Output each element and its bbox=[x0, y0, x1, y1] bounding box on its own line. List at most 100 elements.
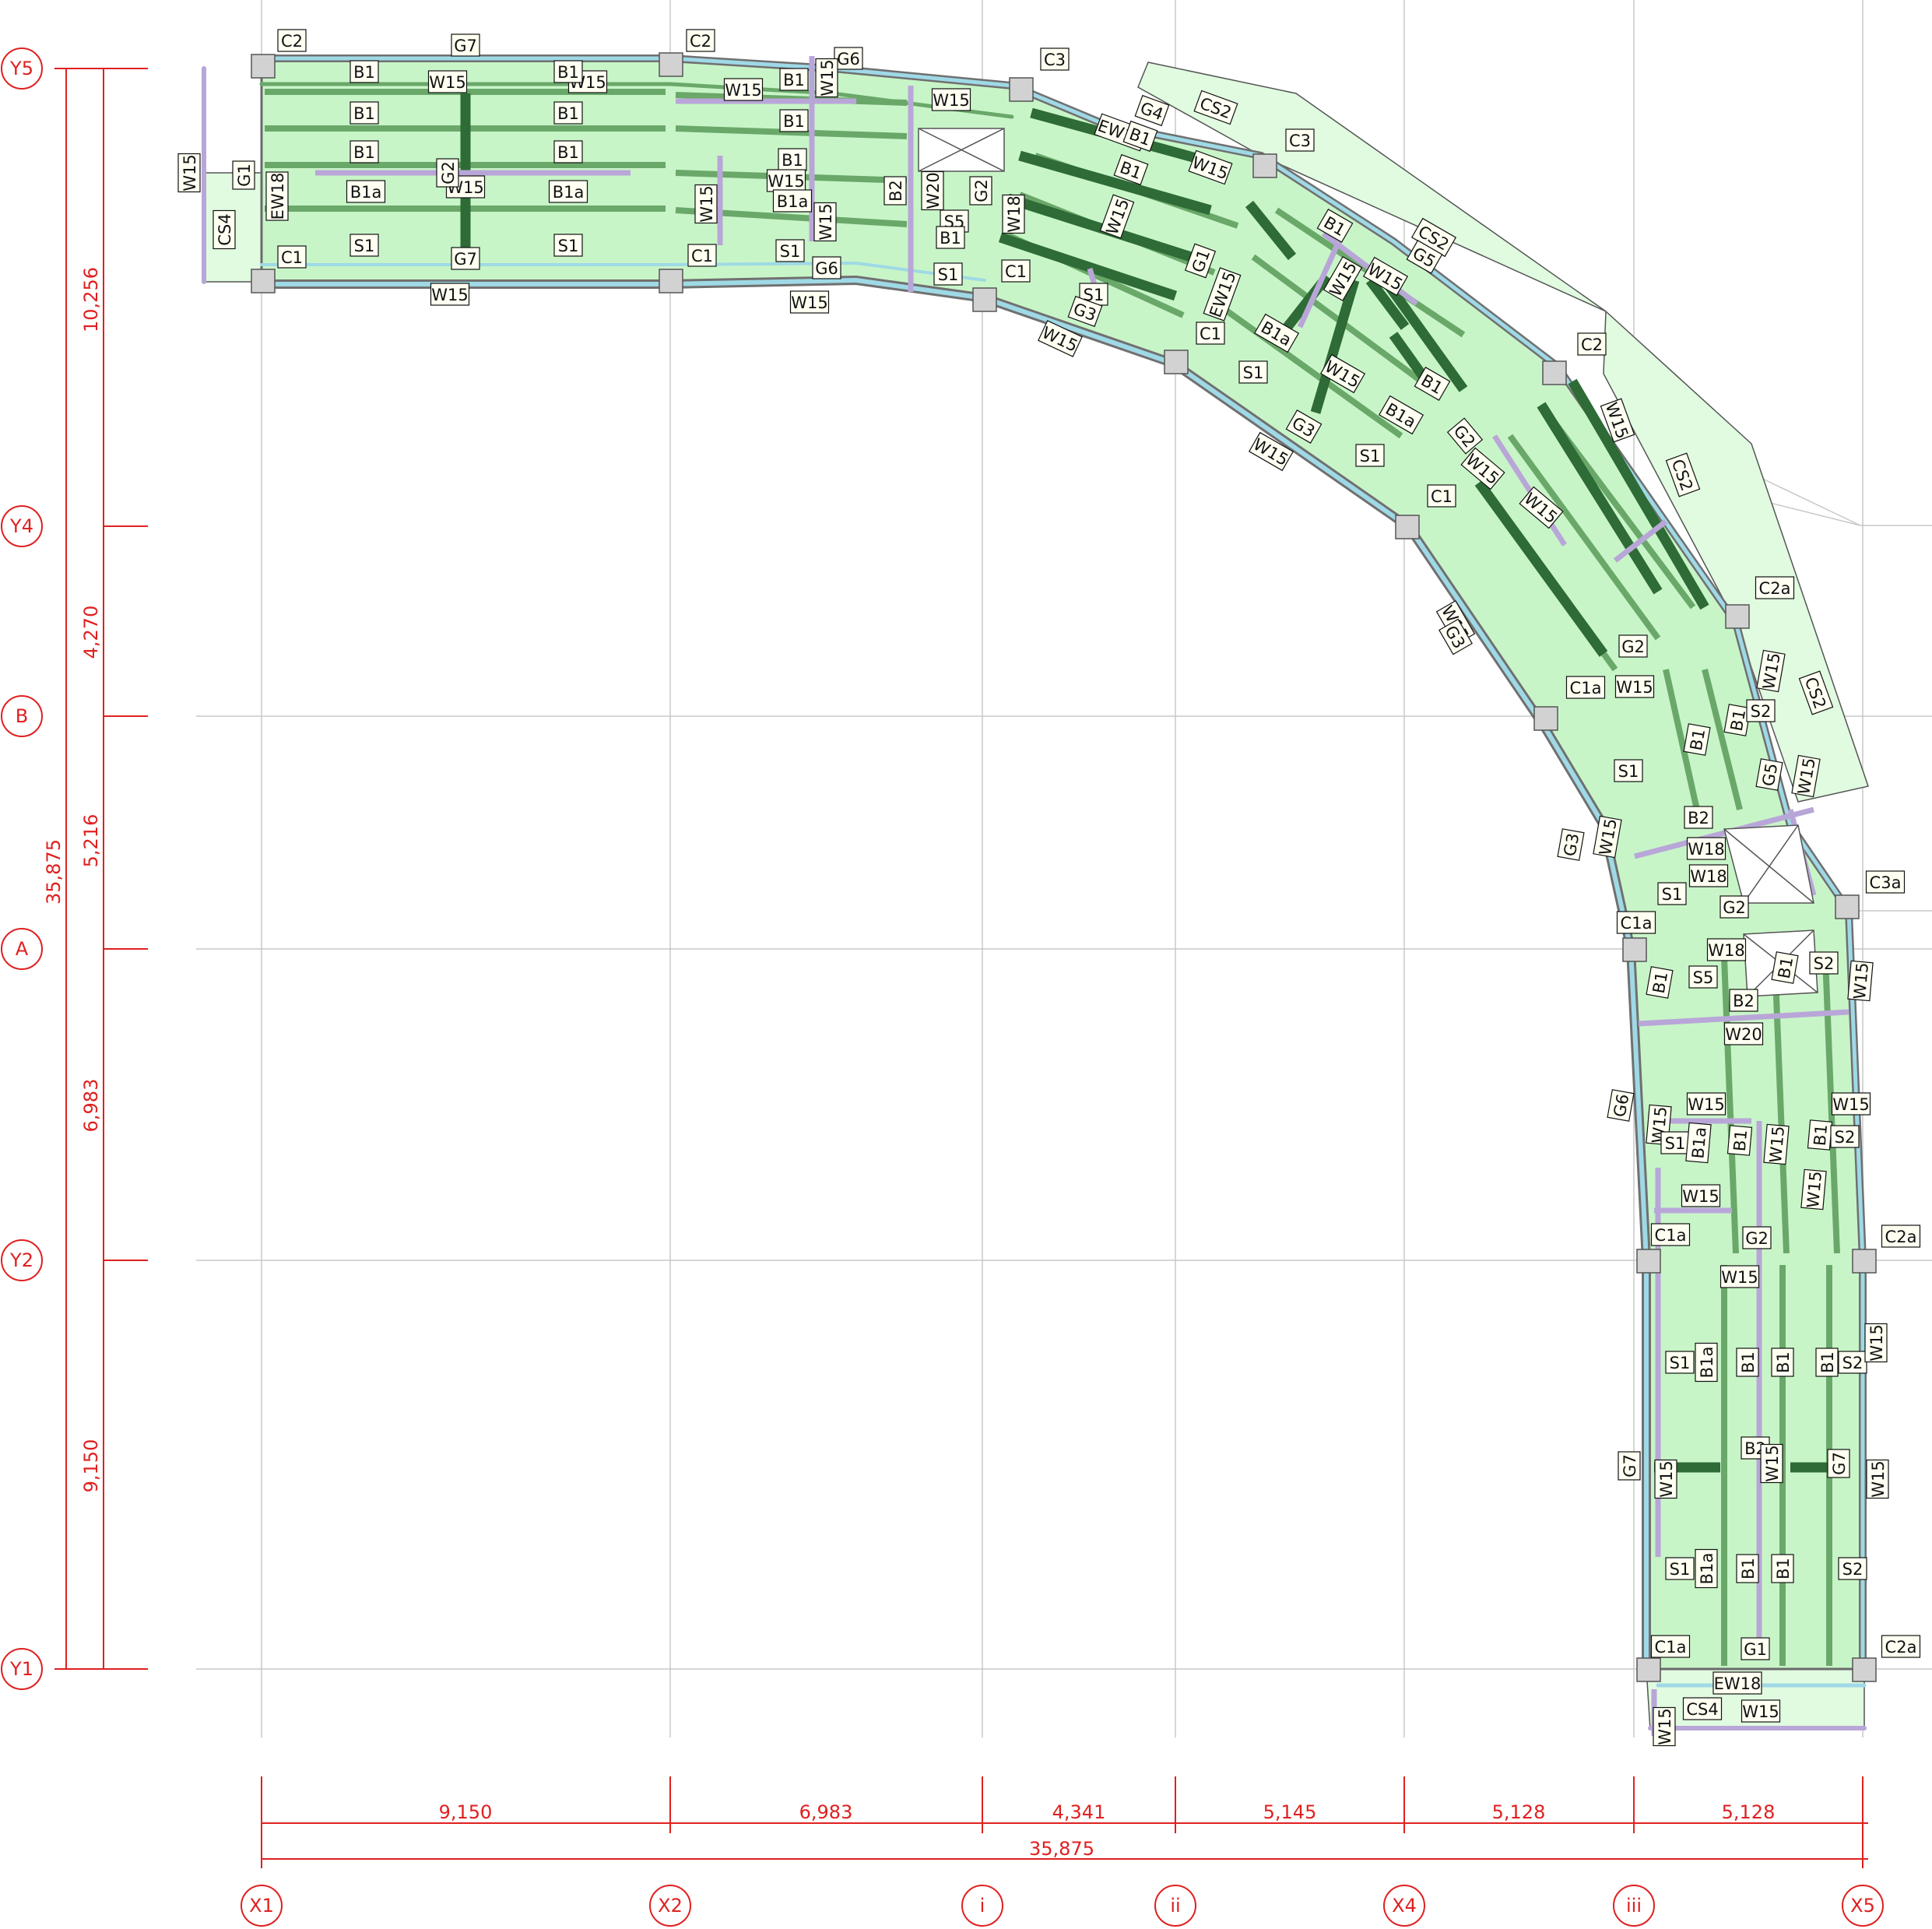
svg-text:Y4: Y4 bbox=[9, 515, 33, 537]
svg-text:Y5: Y5 bbox=[9, 58, 33, 79]
svg-text:C1a: C1a bbox=[1570, 679, 1602, 697]
member-label-s1: S1 bbox=[1657, 882, 1687, 905]
member-label-s5: S5 bbox=[1688, 965, 1718, 989]
member-label-w15: W15 bbox=[427, 70, 468, 93]
member-label-s1: S1 bbox=[933, 262, 963, 286]
member-label-b1: B1 bbox=[779, 68, 809, 91]
member-label-b1: B1 bbox=[1646, 966, 1674, 999]
svg-text:X5: X5 bbox=[1850, 1895, 1875, 1917]
grid-bubble-y4: Y4 bbox=[1, 505, 43, 547]
member-label-b1: B1 bbox=[350, 60, 379, 83]
member-label-c2: C2 bbox=[686, 29, 715, 52]
member-label-b1: B1 bbox=[1771, 1347, 1794, 1377]
svg-text:G1: G1 bbox=[235, 163, 254, 187]
member-label-c3a: C3a bbox=[1865, 870, 1906, 894]
member-label-b1: B1 bbox=[1815, 1347, 1839, 1377]
svg-text:G1: G1 bbox=[1744, 1640, 1767, 1659]
grid-bubble-y5: Y5 bbox=[1, 47, 43, 90]
member-label-c1: C1 bbox=[687, 244, 717, 267]
svg-text:W20: W20 bbox=[924, 172, 943, 209]
svg-text:S2: S2 bbox=[1751, 702, 1772, 721]
member-label-w20: W20 bbox=[921, 170, 944, 211]
member-label-s2: S2 bbox=[1746, 699, 1776, 722]
main-slab bbox=[260, 57, 1864, 1671]
member-label-w15: W15 bbox=[789, 290, 830, 314]
svg-text:S2: S2 bbox=[1835, 1128, 1856, 1147]
svg-text:G7: G7 bbox=[1830, 1452, 1849, 1475]
member-label-w15: W15 bbox=[694, 184, 718, 224]
dim-y-span-2: 4,270 bbox=[80, 606, 102, 659]
grid-bubble-x2: X2 bbox=[649, 1885, 691, 1927]
svg-text:EW18: EW18 bbox=[1714, 1674, 1762, 1693]
svg-text:G6: G6 bbox=[815, 259, 838, 278]
svg-text:W15: W15 bbox=[1869, 1460, 1888, 1498]
svg-text:A: A bbox=[16, 938, 29, 960]
member-label-g6: G6 bbox=[834, 47, 863, 70]
member-label-w15: W15 bbox=[1831, 1092, 1871, 1116]
member-label-s2: S2 bbox=[1838, 1351, 1867, 1374]
member-label-b1: B1 bbox=[779, 109, 809, 132]
svg-text:C3a: C3a bbox=[1870, 873, 1902, 892]
dim-x-span-3: 4,341 bbox=[1052, 1801, 1106, 1823]
grid-bubble-b: B bbox=[1, 695, 43, 737]
member-label-g7: G7 bbox=[451, 247, 480, 270]
svg-text:B1a: B1a bbox=[350, 183, 382, 202]
member-label-g1: G1 bbox=[232, 160, 255, 190]
member-label-g7: G7 bbox=[1618, 1451, 1641, 1481]
svg-text:B1a: B1a bbox=[1688, 1126, 1709, 1160]
svg-text:W15: W15 bbox=[431, 286, 469, 304]
svg-text:W15: W15 bbox=[1763, 1445, 1782, 1482]
grid-bubble-a: A bbox=[1, 928, 43, 970]
svg-text:W15: W15 bbox=[1766, 1125, 1788, 1163]
svg-text:W15: W15 bbox=[1616, 678, 1653, 697]
member-label-w15: W15 bbox=[723, 78, 764, 101]
dim-x-span-4: 5,145 bbox=[1263, 1801, 1317, 1823]
member-label-w15: W15 bbox=[815, 58, 838, 98]
member-label-s1: S1 bbox=[1355, 444, 1385, 467]
svg-text:W15: W15 bbox=[1804, 1170, 1825, 1208]
svg-text:W15: W15 bbox=[1832, 1095, 1870, 1114]
member-label-g6: G6 bbox=[1607, 1089, 1635, 1122]
member-label-b1a: B1a bbox=[1695, 1342, 1718, 1383]
grid-bubble-i: i bbox=[961, 1885, 1003, 1927]
svg-text:B1: B1 bbox=[1730, 1129, 1751, 1152]
member-label-g5: G5 bbox=[1755, 758, 1783, 791]
svg-text:C1a: C1a bbox=[1621, 914, 1653, 933]
member-label-c1: C1 bbox=[1427, 484, 1456, 508]
member-label-w15: W15 bbox=[1653, 1706, 1676, 1747]
svg-text:G3: G3 bbox=[1561, 831, 1583, 857]
svg-text:G6: G6 bbox=[1611, 1092, 1633, 1118]
member-label-w15: W15 bbox=[1681, 1184, 1721, 1207]
dim-x-span-5: 5,128 bbox=[1492, 1801, 1546, 1823]
member-label-b1a: B1a bbox=[548, 180, 588, 203]
member-label-g7: G7 bbox=[1827, 1449, 1850, 1478]
svg-text:W15: W15 bbox=[1656, 1708, 1674, 1745]
grid-bubble-x5: X5 bbox=[1842, 1885, 1884, 1927]
member-label-w15: W15 bbox=[1719, 1265, 1760, 1288]
svg-text:B1: B1 bbox=[1774, 1351, 1793, 1373]
svg-text:B1: B1 bbox=[1818, 1351, 1837, 1373]
svg-text:ii: ii bbox=[1170, 1895, 1180, 1917]
svg-text:C3: C3 bbox=[1289, 132, 1311, 150]
member-label-g1: G1 bbox=[1741, 1637, 1770, 1660]
svg-text:S1: S1 bbox=[1618, 762, 1639, 781]
svg-text:W18: W18 bbox=[1690, 867, 1727, 886]
dim-x-span-1: 9,150 bbox=[439, 1801, 493, 1823]
svg-text:B1: B1 bbox=[1774, 1558, 1793, 1579]
member-label-c2: C2 bbox=[277, 29, 307, 52]
svg-text:S1: S1 bbox=[938, 265, 959, 284]
member-label-b1: B1 bbox=[936, 226, 965, 249]
member-label-b1: B1 bbox=[1683, 723, 1711, 756]
grid-bubble-x4: X4 bbox=[1383, 1885, 1425, 1927]
svg-text:B1: B1 bbox=[1649, 970, 1671, 995]
member-label-c1: C1 bbox=[1001, 259, 1031, 283]
member-label-s1: S1 bbox=[1665, 1351, 1695, 1374]
member-label-b1a: B1a bbox=[346, 180, 386, 203]
member-label-b1: B1 bbox=[1771, 951, 1799, 984]
svg-text:W15: W15 bbox=[1850, 961, 1872, 1000]
svg-text:B1: B1 bbox=[557, 143, 579, 162]
svg-text:B1: B1 bbox=[1739, 1351, 1758, 1373]
member-label-c2a: C2a bbox=[1755, 576, 1795, 599]
svg-text:G2: G2 bbox=[1723, 898, 1746, 917]
member-label-w15: W15 bbox=[1760, 1443, 1783, 1484]
